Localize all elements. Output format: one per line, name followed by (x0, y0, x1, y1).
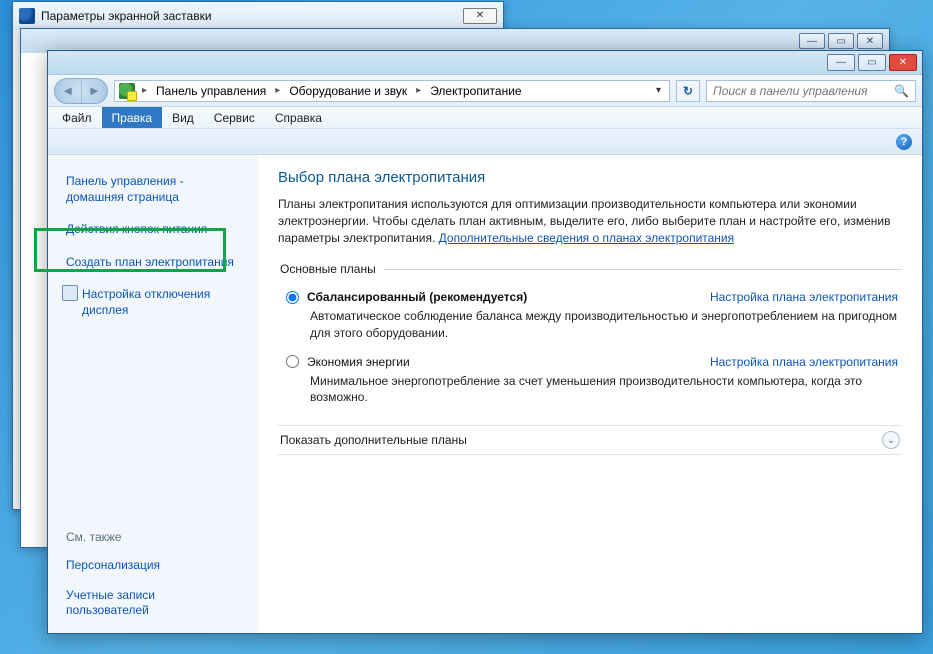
body-split: Панель управления - домашняя страница Де… (48, 155, 922, 633)
plan-balanced-desc: Автоматическое соблюдение баланса между … (310, 308, 898, 340)
menu-bar: Файл Правка Вид Сервис Справка (48, 107, 922, 129)
content-pane: Выбор плана электропитания Планы электро… (258, 155, 922, 633)
plan-powersaver-desc: Минимальное энергопотребление за счет ум… (310, 373, 898, 405)
show-additional-plans[interactable]: Показать дополнительные планы ⌄ (278, 425, 902, 455)
help-icon[interactable]: ? (896, 134, 912, 150)
plan-powersaver-name: Экономия энергии (307, 355, 410, 369)
page-title: Выбор плана электропитания (278, 169, 902, 186)
plan-balanced-configure-link[interactable]: Настройка плана электропитания (710, 290, 898, 304)
menu-help[interactable]: Справка (265, 107, 332, 128)
sidebar-item-home[interactable]: Панель управления - домашняя страница (48, 169, 258, 209)
breadcrumb-sep-icon: ▸ (272, 85, 283, 96)
tool-row: ? (48, 129, 922, 155)
search-icon: 🔍 (894, 84, 909, 98)
nav-forward-button[interactable]: ► (82, 79, 108, 103)
main-plans-group: Основные планы Сбалансированный (рекомен… (278, 262, 902, 419)
search-input[interactable]: Поиск в панели управления 🔍 (706, 80, 916, 102)
nav-back-forward: ◄ ► (54, 78, 108, 104)
bgwin1-close-button[interactable]: ✕ (463, 8, 497, 24)
bgwin2-maximize-button[interactable]: ▭ (828, 33, 854, 49)
main-titlebar: — ▭ ✕ (48, 51, 922, 75)
show-more-label: Показать дополнительные планы (280, 433, 467, 447)
menu-edit[interactable]: Правка (102, 107, 163, 128)
sidebar-item-display-off[interactable]: Настройка отключения дисплея (48, 282, 258, 322)
search-placeholder: Поиск в панели управления (713, 84, 868, 98)
plan-powersaver: Экономия энергии Настройка плана электро… (282, 355, 898, 405)
see-also-user-accounts[interactable]: Учетные записи пользователей (48, 584, 258, 623)
sidebar-item-power-buttons[interactable]: Действия кнопок питания (48, 217, 258, 241)
sidebar: Панель управления - домашняя страница Де… (48, 155, 258, 633)
control-panel-icon (119, 83, 135, 99)
sidebar-item-create-plan[interactable]: Создать план электропитания (48, 250, 258, 274)
power-options-window: — ▭ ✕ ◄ ► ▸ Панель управления ▸ Оборудов… (47, 50, 923, 634)
nav-back-button[interactable]: ◄ (55, 79, 82, 103)
breadcrumb-control-panel[interactable]: Панель управления (154, 84, 268, 98)
bgwin1-titlebar: Параметры экранной заставки ✕ (13, 2, 503, 30)
plan-powersaver-configure-link[interactable]: Настройка плана электропитания (710, 355, 898, 369)
chevron-down-icon: ⌄ (882, 431, 900, 449)
main-minimize-button[interactable]: — (827, 54, 855, 71)
bgwin1-title: Параметры экранной заставки (41, 9, 212, 23)
refresh-button[interactable]: ↻ (676, 80, 700, 102)
plans-legend: Основные планы (278, 262, 384, 276)
breadcrumb-power-options[interactable]: Электропитание (428, 84, 523, 98)
explorer-navbar: ◄ ► ▸ Панель управления ▸ Оборудование и… (48, 75, 922, 107)
see-also-personalization[interactable]: Персонализация (48, 554, 258, 578)
menu-tools[interactable]: Сервис (204, 107, 265, 128)
breadcrumb-sep-icon: ▸ (139, 85, 150, 96)
plan-balanced: Сбалансированный (рекомендуется) Настрой… (282, 290, 898, 340)
intro-paragraph: Планы электропитания используются для оп… (278, 196, 902, 246)
main-maximize-button[interactable]: ▭ (858, 54, 886, 71)
main-close-button[interactable]: ✕ (889, 54, 917, 71)
address-dropdown-button[interactable]: ▾ (652, 85, 665, 96)
menu-file[interactable]: Файл (52, 107, 102, 128)
plan-powersaver-radio[interactable] (286, 355, 299, 368)
breadcrumb-hardware-sound[interactable]: Оборудование и звук (287, 84, 409, 98)
address-bar[interactable]: ▸ Панель управления ▸ Оборудование и зву… (114, 80, 670, 102)
monitor-icon (19, 8, 35, 24)
bgwin2-close-button[interactable]: ✕ (857, 33, 883, 49)
bgwin2-minimize-button[interactable]: — (799, 33, 825, 49)
plan-balanced-name: Сбалансированный (рекомендуется) (307, 290, 527, 304)
menu-view[interactable]: Вид (162, 107, 204, 128)
more-info-link[interactable]: Дополнительные сведения о планах электро… (439, 231, 734, 245)
plan-balanced-radio[interactable] (286, 291, 299, 304)
see-also-header: См. также (48, 526, 258, 548)
breadcrumb-sep-icon: ▸ (413, 85, 424, 96)
